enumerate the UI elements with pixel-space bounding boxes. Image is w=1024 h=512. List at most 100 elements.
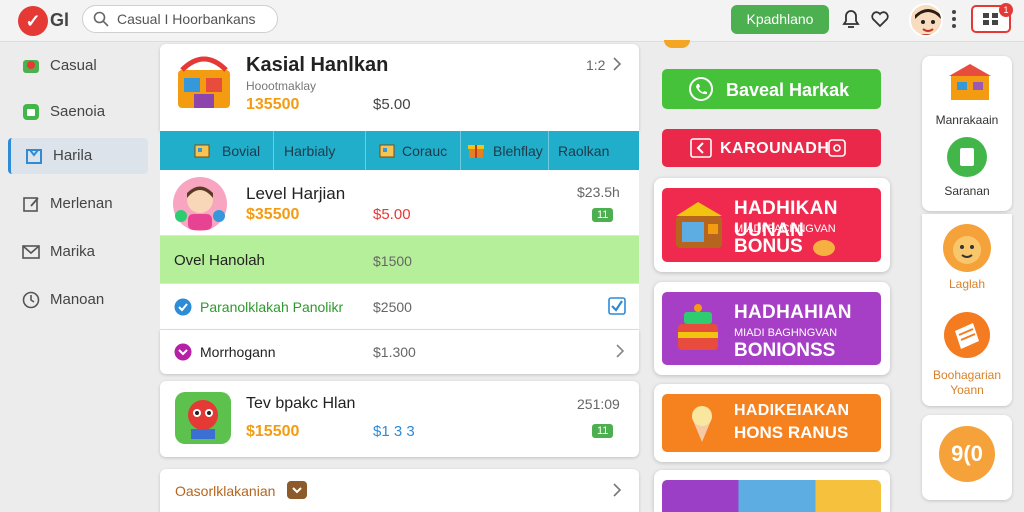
offer-price: $1 3 3 [373,423,415,440]
list-item[interactable]: Paranolklakah Panolikr $2500 [160,284,639,330]
side-label: Laglah [948,277,986,291]
promo-banner[interactable]: HADHAHIAN MIADI BAGHNGVAN BONIONSS [662,292,881,365]
promo-card-red[interactable]: HADHIKAN UUNAN MIADI PACHNGVAN BONUS [654,178,890,272]
avatar[interactable] [909,3,943,37]
treasure-box-icon [676,202,722,248]
promo-banner[interactable]: HADIKEIAKAN HONS RANUS [662,394,881,452]
chevron-right-icon[interactable] [612,483,622,497]
logo-text: Gl [50,10,70,30]
sidebar-item-harila[interactable]: Harila [8,138,148,174]
search-box[interactable] [82,5,278,33]
box-icon [194,144,210,158]
puzzle-icon [828,139,846,157]
tab-blehflay[interactable]: Blehflay [461,131,549,170]
item-title: Ovel Hanolah [174,252,265,269]
tab-raolkan[interactable]: Raolkan [549,131,639,170]
saenoia-icon [23,104,39,120]
promo-subtitle: MIADI PACHNGVAN [734,223,836,235]
edit-icon [23,197,39,212]
featured-card[interactable]: Kasial Hanlkan Hoootmaklay 135500 $5.00 … [160,44,639,131]
featured-amount: 135500 [246,96,300,113]
top-bar: ✓ Gl Kpadhlano 1 [0,0,1024,42]
side-panel-bottom[interactable]: 9(0 [922,415,1012,500]
button-label: KAROUNADH [720,140,830,157]
promo-card-orange[interactable]: HADIKEIAKAN HONS RANUS [654,384,890,462]
lion-icon[interactable] [941,222,993,274]
app-logo[interactable]: ✓ [18,6,48,36]
sidebar-item-manoan[interactable]: Manoan [8,282,148,318]
offer-amount: $15500 [246,423,300,440]
chevron-right-icon[interactable] [612,57,622,71]
item-price: $1.300 [373,344,416,360]
list-item[interactable]: Morrhogann $1.300 [160,330,639,374]
button-label: Baveal Harkak [726,80,850,100]
ice-cream-icon [692,406,712,442]
side-label: Saranan [944,184,990,198]
harila-icon [26,149,42,164]
heart-icon[interactable] [869,8,891,30]
grid-icon [983,13,998,25]
search-input[interactable] [117,10,267,28]
item-price: $1500 [373,253,412,269]
inbox-button[interactable]: 1 [971,3,1013,33]
bell-icon[interactable] [840,8,862,30]
item-amount: $35500 [246,206,300,223]
sidebar-item-label: Marika [50,243,96,260]
notification-badge: 1 [999,3,1013,17]
clock-icon [22,291,40,309]
sidebar: Casual Saenoia Harila Merlenan Marika Ma… [0,42,150,512]
promo-banner[interactable]: HADHIKAN UUNAN MIADI PACHNGVAN BONUS [662,188,881,262]
cookie-icon [813,240,835,256]
sidebar-item-casual[interactable]: Casual [8,48,148,84]
sidebar-item-saenoia[interactable]: Saenoia [8,94,148,130]
document-icon[interactable] [946,136,988,178]
tab-bovial[interactable]: Bovial [160,131,274,170]
side-badge[interactable]: 9(0 [939,426,995,482]
list-item[interactable]: Level Harjian $35500 $5.00 $23.5h 11 [160,170,639,236]
item-title: Level Harjian [246,184,346,203]
featured-subtitle: Hoootmaklay [246,79,317,93]
tab-label: Bovial [222,143,261,159]
shop-illustration-icon [178,56,230,108]
top-action-button[interactable]: Kpadhlano [731,5,829,34]
promo-bonus: BONIONSS [734,340,836,361]
check-circle-icon [174,298,192,316]
sidebar-item-label: Merlenan [50,195,113,212]
mail-icon [22,245,40,259]
featured-price: $5.00 [373,96,411,113]
list-item-highlighted[interactable]: Ovel Hanolah $1500 [160,236,639,284]
monster-icon [175,392,231,444]
item-title: Paranolklakah Panolikr [200,299,344,315]
promo-card-purple[interactable]: HADHAHIAN MIADI BAGHNGVAN BONIONSS [654,282,890,375]
sidebar-item-label: Harila [53,147,93,164]
promo-title: HADIKEIAKAN [734,402,850,419]
checkbox-checked-icon[interactable] [608,297,626,315]
promo-title: HADHAHIAN [734,302,852,323]
side-label: Boohagarian [932,368,1002,382]
promo-card-partial[interactable] [654,470,890,512]
chevron-right-icon[interactable] [615,344,625,358]
sidebar-item-marika[interactable]: Marika [8,234,148,270]
side-label: Yoann [950,383,984,397]
side-panel-top: Manrakaain Saranan [922,56,1012,211]
more-icon[interactable] [947,8,961,30]
chevron-circle-icon [174,343,192,361]
offer-badge: 11 [592,424,614,438]
bottom-card[interactable]: Oasorlklakanian [160,469,639,512]
red-action-button[interactable]: KAROUNADH [662,129,881,167]
search-icon [93,11,109,27]
shop-icon[interactable] [947,62,993,104]
promo-banner[interactable] [662,480,881,512]
tab-corauc[interactable]: Corauc [366,131,461,170]
chevron-down-icon[interactable] [287,481,307,499]
tab-harbialy[interactable]: Harbialy [274,131,366,170]
page-indicator: 1:2 [586,57,606,73]
casual-icon [23,60,39,73]
green-action-button[interactable]: Baveal Harkak [662,69,881,109]
offer-card[interactable]: Tev bpakc Hlan $15500 $1 3 3 251:09 11 [160,381,639,457]
bottom-title: Oasorlklakanian [175,483,276,499]
cards-icon[interactable] [943,311,991,359]
category-tabs: Bovial Harbialy Corauc Blehflay Raolkan [160,131,639,170]
side-panel-mid: Laglah Boohagarian Yoann [922,214,1012,406]
sidebar-item-merlenan[interactable]: Merlenan [8,186,148,222]
